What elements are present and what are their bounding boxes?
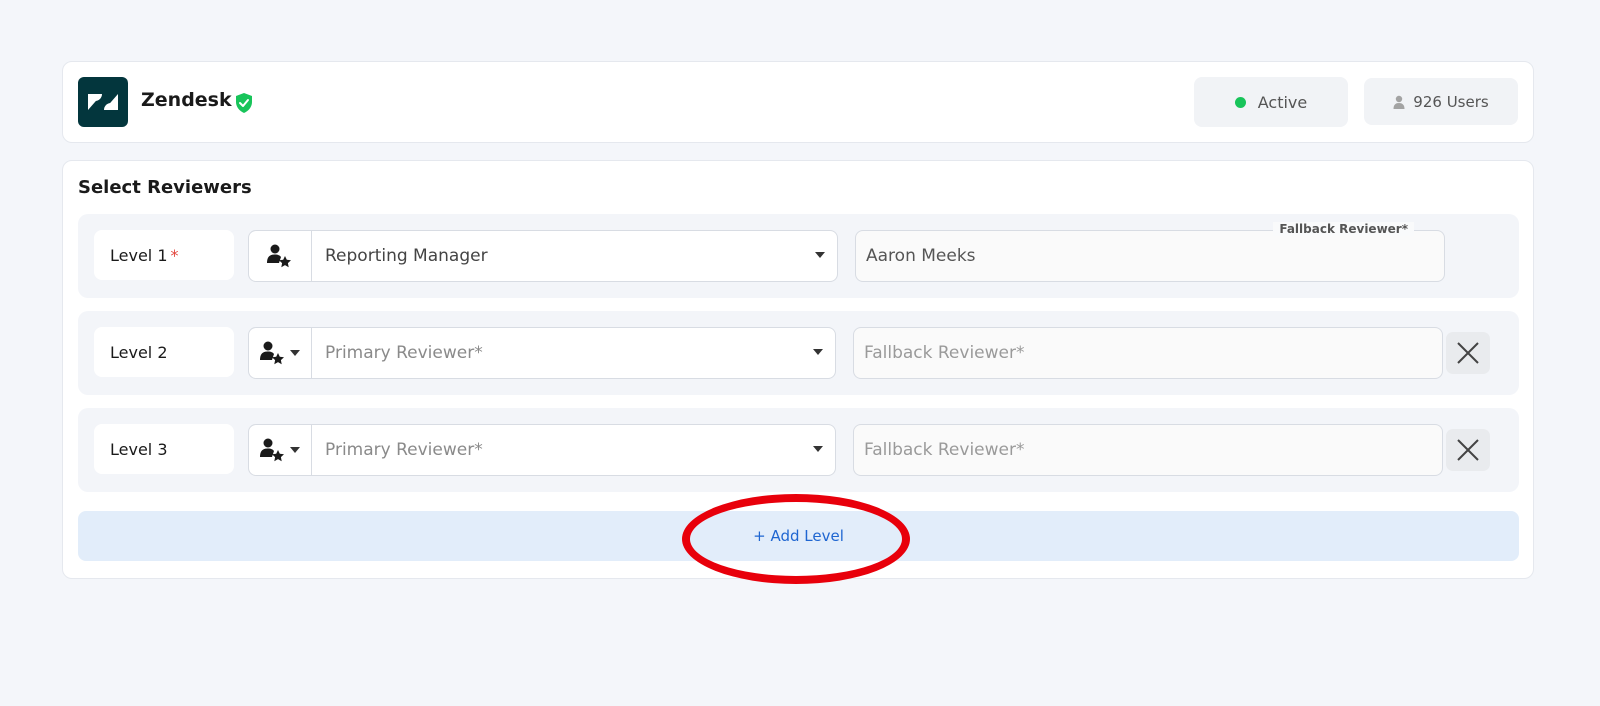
caret-down-icon [290,446,300,453]
fallback-reviewer-placeholder: Fallback Reviewer* [864,343,1025,363]
level-label: Level 3 [94,424,234,474]
caret-down-icon [290,349,300,356]
caret-down-icon [815,252,825,258]
level-row-1: Level 1 * Reporting Manager Fallback Rev… [78,214,1519,298]
fallback-reviewer-input[interactable]: Fallback Reviewer* [853,327,1443,379]
primary-reviewer-select[interactable]: Primary Reviewer* [248,424,836,476]
primary-reviewer-placeholder: Primary Reviewer* [325,343,483,363]
level-label-text: Level 3 [110,439,168,459]
fallback-reviewer-placeholder: Fallback Reviewer* [864,440,1025,460]
required-mark: * [170,245,179,265]
user-star-icon [260,341,284,365]
user-star-icon [260,438,284,462]
user-icon [1393,95,1405,109]
close-icon [1457,439,1479,461]
reviewer-type-button[interactable] [249,328,312,378]
caret-down-icon [813,349,823,355]
app-name: Zendesk [141,89,232,111]
zendesk-logo-icon [78,77,128,127]
highlight-annotation-ellipse [682,494,910,584]
status-label: Active [1257,92,1308,112]
reviewer-type-button[interactable] [249,231,312,281]
level-label: Level 2 [94,327,234,377]
status-dot-icon [1234,96,1246,108]
level-label-text: Level 1 [110,245,168,265]
primary-reviewer-placeholder: Primary Reviewer* [325,440,483,460]
caret-down-icon [813,446,823,452]
fallback-reviewer-input[interactable]: Fallback Reviewer* Aaron Meeks [855,222,1445,282]
fallback-reviewer-input[interactable]: Fallback Reviewer* [853,424,1443,476]
users-count-label: 926 Users [1413,92,1489,111]
primary-reviewer-select[interactable]: Primary Reviewer* [248,327,836,379]
remove-level-button[interactable] [1446,429,1490,471]
primary-reviewer-select[interactable]: Reporting Manager [248,230,838,282]
level-row-2: Level 2 Primary Reviewer* Fallback Revie… [78,311,1519,395]
status-badge: Active [1194,77,1348,127]
fallback-floating-label: Fallback Reviewer* [1273,222,1414,236]
level-label-text: Level 2 [110,342,168,362]
level-row-3: Level 3 Primary Reviewer* Fallback Revie… [78,408,1519,492]
shield-check-icon [236,93,252,113]
users-count-badge: 926 Users [1364,78,1518,125]
user-star-icon [267,244,291,268]
reviewer-type-button[interactable] [249,425,312,475]
remove-level-button[interactable] [1446,332,1490,374]
app-header-card: Zendesk Active 926 Users [62,61,1534,143]
close-icon [1457,342,1479,364]
section-title: Select Reviewers [78,177,252,198]
level-label: Level 1 * [94,230,234,280]
primary-reviewer-value: Reporting Manager [325,246,488,266]
fallback-reviewer-value: Aaron Meeks [866,246,976,266]
